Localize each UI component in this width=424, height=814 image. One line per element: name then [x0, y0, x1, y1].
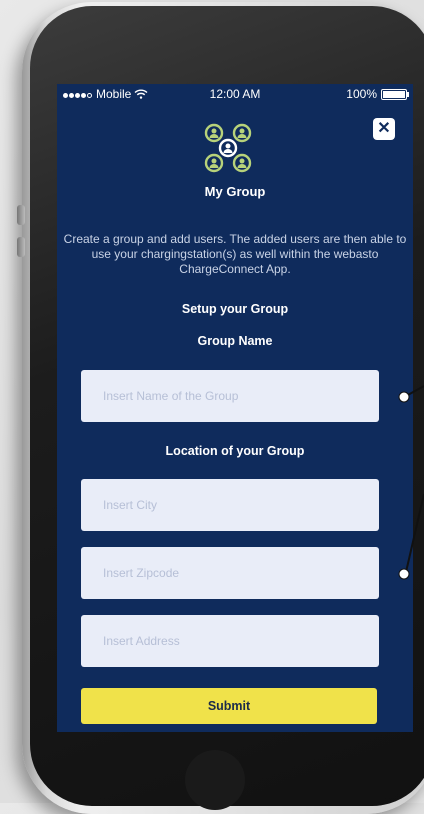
- group-users-icon: [204, 123, 252, 173]
- volume-down-button: [17, 237, 25, 257]
- address-input[interactable]: [81, 615, 379, 667]
- status-bar: Mobile 12:00 AM 100%: [57, 84, 413, 104]
- home-button: [185, 750, 245, 810]
- description-text: Create a group and add users. The added …: [63, 232, 407, 276]
- battery-status: 100%: [346, 87, 409, 101]
- app-screen: Mobile 12:00 AM 100% ✕ My Group Create a…: [57, 84, 413, 732]
- page-title: My Group: [204, 184, 266, 199]
- city-input[interactable]: [81, 479, 379, 531]
- battery-icon: [381, 88, 409, 100]
- callout-lines: [398, 385, 424, 580]
- close-button[interactable]: ✕: [373, 118, 395, 140]
- zipcode-input[interactable]: [81, 547, 379, 599]
- battery-percent: 100%: [346, 87, 377, 101]
- location-heading: Location of your Group: [165, 444, 305, 458]
- group-name-input[interactable]: [81, 370, 379, 422]
- setup-heading: Setup your Group: [181, 302, 289, 316]
- volume-up-button: [17, 205, 25, 225]
- submit-button[interactable]: Submit: [81, 688, 377, 724]
- group-name-label: Group Name: [197, 334, 273, 348]
